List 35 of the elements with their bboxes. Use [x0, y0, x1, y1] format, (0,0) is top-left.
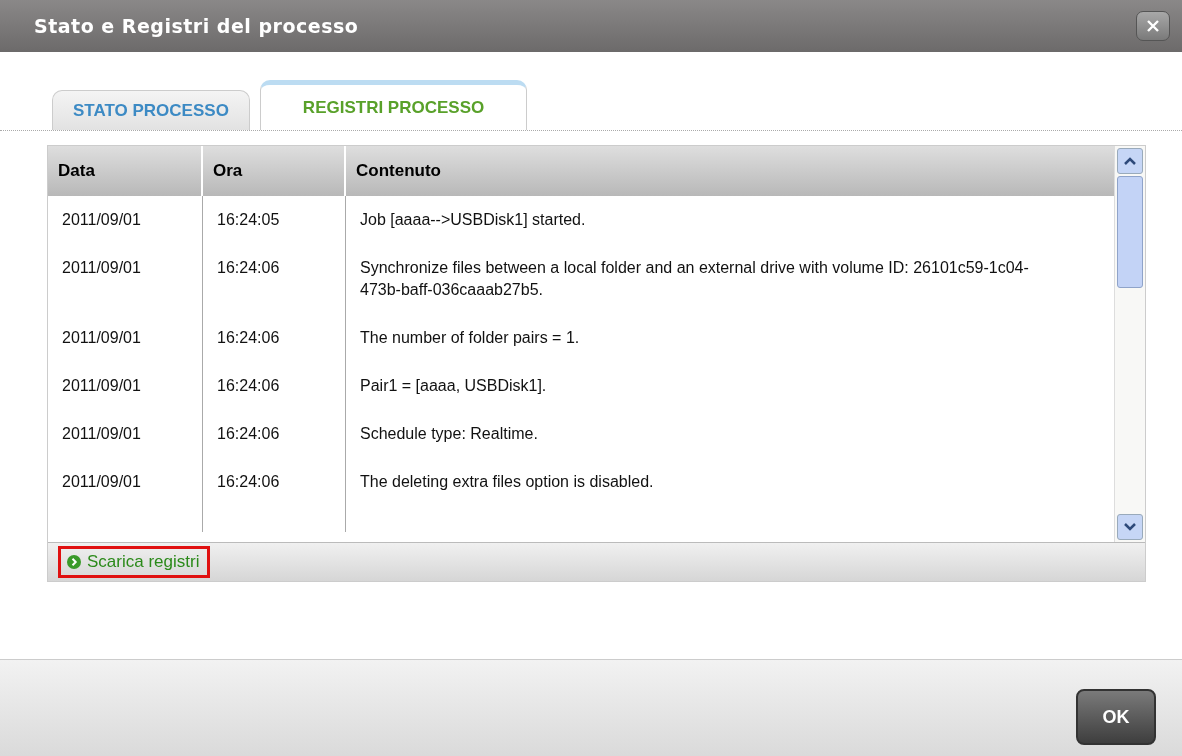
window-title: Stato e Registri del processo — [34, 15, 359, 37]
table-cell: 2011/09/01 — [48, 196, 203, 244]
table-cell-text: Schedule type: Realtime. — [359, 424, 539, 444]
table-cell-text: The deleting extra files option is disabled. — [359, 472, 655, 492]
table-cell: 2011/09/01 — [48, 244, 203, 314]
scroll-up-button[interactable] — [1117, 148, 1143, 174]
scrollbar[interactable] — [1114, 146, 1145, 542]
table-cell: 16:24:06 — [203, 314, 346, 362]
table-cell: 2011/09/01 — [48, 410, 203, 458]
table-cell: 16:24:06 — [203, 362, 346, 410]
column-header: Data — [48, 146, 203, 196]
table-cell-text: The number of folder pairs = 1. — [359, 328, 581, 348]
column-header: Contenuto — [355, 160, 442, 182]
table-cell: 2011/09/01 — [48, 314, 203, 362]
table-cell: 16:24:05 — [203, 196, 346, 244]
scroll-down-button[interactable] — [1117, 514, 1143, 540]
tab[interactable]: REGISTRI PROCESSO — [259, 80, 528, 130]
close-button[interactable] — [1136, 11, 1170, 41]
table-cell-text: Pair1 = [aaaa, USBDisk1]. — [359, 376, 548, 396]
close-icon — [1146, 19, 1160, 33]
arrow-circle-icon — [67, 555, 81, 569]
chevron-down-icon — [1124, 523, 1136, 531]
table-cell-text: Synchronize files between a local folder and an external drive with volume ID: 26101c59-1c04-473b-baff-036caaab27b5. — [359, 258, 1030, 300]
table-cell: 2011/09/01 — [48, 362, 203, 410]
chevron-up-icon — [1124, 157, 1136, 165]
table-cell: 2011/09/01 — [48, 458, 203, 506]
table-cell-text: Job [aaaa-->USBDisk1] started. — [359, 210, 587, 230]
scroll-thumb[interactable] — [1117, 176, 1143, 288]
table-cell: 16:24:06 — [203, 244, 346, 314]
download-logs-link[interactable]: Scarica registri — [58, 546, 211, 578]
column-header: Ora — [203, 146, 346, 196]
table-cell: 16:24:06 — [203, 458, 346, 506]
ok-button[interactable]: OK — [1076, 689, 1156, 745]
tab[interactable]: STATO PROCESSO — [52, 90, 250, 130]
table-cell: 16:24:06 — [203, 410, 346, 458]
